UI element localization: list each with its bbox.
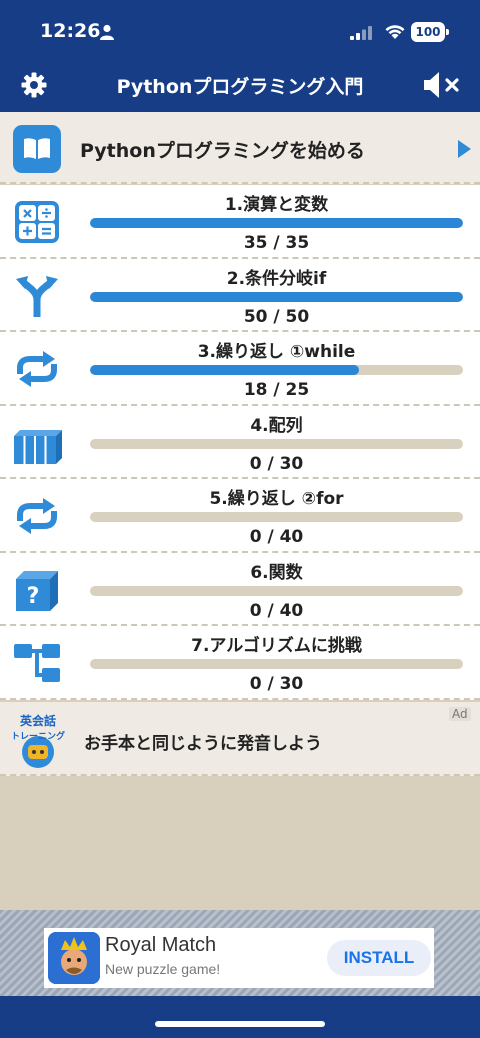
progress-bar [90,438,463,449]
progress-bar [90,218,463,228]
progress-bar [90,365,463,375]
ad-badge: Ad [449,707,471,721]
progress-bar [90,291,463,302]
lesson-item[interactable]: 2.条件分岐if 50 / 50 [0,258,480,332]
lesson-item[interactable]: 7.アルゴリズムに挑戦 0 / 30 [0,626,480,700]
loop-icon [17,498,57,534]
lesson-list: 1.演算と変数 35 / 35 2.条件分岐if 50 / 50 3.繰り返し … [0,185,480,700]
lesson-progress-count: 50 / 50 [243,306,310,327]
lesson-title: 1.演算と変数 [224,195,329,215]
status-bar: 12:26 100 [0,18,480,48]
gear-icon[interactable] [21,72,47,98]
battery-level: 100 [411,22,445,42]
install-button[interactable]: INSTALL [327,940,431,976]
flowchart-icon [14,644,60,682]
loop-icon [17,351,57,387]
lesson-progress-count: 18 / 25 [243,380,310,400]
play-arrow-icon [458,140,471,158]
svg-text:英会話: 英会話 [20,713,56,728]
svg-text:?: ? [27,584,40,609]
branch-arrow-icon [16,275,58,317]
lesson-title: 3.繰り返し ①while [197,342,356,362]
ad-banner[interactable]: Royal Match New puzzle game! INSTALL [44,928,434,988]
array-boxes-icon [14,429,62,464]
page-title: Pythonプログラミング入門 [116,76,364,98]
lesson-item[interactable]: 5.繰り返し ②for 0 / 40 [0,479,480,553]
lesson-progress-count: 0 / 30 [249,674,304,694]
sound-muted-icon[interactable] [422,70,460,100]
promo-banner[interactable]: 英会話 トレーニング お手本と同じように発音しよう Ad [0,702,480,776]
lesson-item[interactable]: ? 6.関数 0 / 40 [0,552,480,626]
start-course-label: Pythonプログラミングを始める [80,140,365,162]
lesson-title: 5.繰り返し ②for [209,489,344,509]
svg-text:トレーニング: トレーニング [11,730,65,742]
lesson-progress-count: 0 / 40 [249,600,304,621]
cellular-signal-icon [350,26,372,40]
lesson-progress-count: 0 / 30 [249,453,304,474]
status-time: 12:26 [40,20,101,42]
lesson-item[interactable]: 1.演算と変数 35 / 35 [0,185,480,259]
book-icon [13,125,61,173]
lesson-progress-count: 0 / 40 [249,527,304,547]
lesson-title: 6.関数 [250,562,303,583]
person-icon [100,24,114,40]
function-box-icon: ? [16,570,58,611]
ad-app-subtitle: New puzzle game! [105,961,221,977]
royal-match-app-icon [48,932,100,984]
lesson-item[interactable]: 3.繰り返し ①while 18 / 25 [0,332,480,406]
lesson-item[interactable]: 4.配列 0 / 30 [0,405,480,479]
english-training-logo: 英会話 トレーニング [11,713,65,768]
lesson-title: 2.条件分岐if [226,268,327,289]
lesson-title: 7.アルゴリズムに挑戦 [191,636,362,656]
lesson-progress-count: 35 / 35 [243,233,310,253]
progress-bar [90,659,463,669]
start-course-button[interactable]: Pythonプログラミングを始める [0,112,480,184]
lesson-title: 4.配列 [250,415,303,436]
ad-app-name: Royal Match [105,934,217,956]
progress-bar [90,585,463,596]
bottom-bar [0,996,480,1038]
promo-text: お手本と同じように発音しよう [84,734,322,754]
ad-banner-area: Royal Match New puzzle game! INSTALL [0,910,480,996]
wifi-icon [385,25,405,39]
calculator-icon [15,201,59,243]
home-indicator[interactable] [155,1021,325,1027]
progress-bar [90,512,463,522]
battery-icon: 100 [411,22,449,42]
app-header: 12:26 100 Pythonプログラミング入門 [0,0,480,112]
